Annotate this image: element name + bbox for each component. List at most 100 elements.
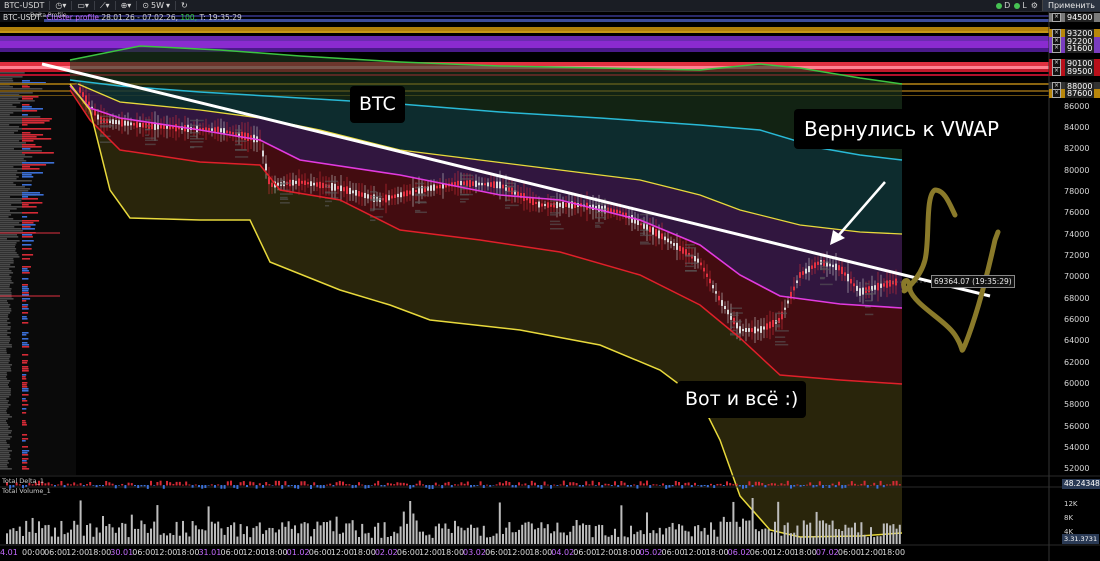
volume-bar: [681, 525, 684, 544]
volume-bar: [162, 533, 165, 544]
left-delta-bar: [22, 86, 30, 88]
delta-bar: [550, 485, 552, 489]
volume-bar: [505, 527, 508, 544]
profile-bar: [190, 135, 197, 138]
close-icon[interactable]: ×: [1052, 67, 1061, 76]
left-profile-bar: [0, 204, 12, 206]
time-axis-label: 18:00: [176, 548, 200, 557]
profile-value: 100,: [180, 13, 198, 22]
profile-bar: [865, 313, 874, 316]
delta-bar: [281, 485, 284, 489]
volume-bar: [895, 528, 898, 544]
price-level-tag[interactable]: × 91600: [1049, 44, 1100, 53]
candle-body: [673, 243, 675, 246]
volume-bar: [15, 531, 18, 544]
left-profile-bar: [0, 214, 12, 216]
volume-bar: [716, 536, 719, 544]
candle-body: [244, 132, 246, 140]
candle-body: [85, 95, 87, 103]
volume-bar: [662, 534, 664, 544]
volume-bar: [188, 536, 191, 544]
volume-bar: [850, 527, 853, 544]
volume-bar: [44, 525, 47, 544]
annotation-end[interactable]: Вот и всё :): [677, 381, 807, 418]
profile-bar: [370, 195, 383, 198]
symbol-selector[interactable]: BTC-USDT: [0, 0, 48, 11]
volume-bar: [732, 501, 735, 544]
candle-body: [739, 326, 741, 334]
volume-bar: [332, 531, 335, 544]
candle-body: [565, 203, 567, 207]
volume-bar: [665, 528, 668, 544]
left-profile-bar: [0, 454, 11, 456]
delta-bar: [377, 480, 380, 486]
candle-body: [676, 243, 678, 250]
annotation-btc[interactable]: BTC: [350, 86, 405, 123]
settings-icon[interactable]: ⚙: [1031, 0, 1038, 11]
time-axis-label: 06:00: [132, 548, 156, 557]
close-icon[interactable]: ×: [1052, 89, 1061, 98]
time-axis-label: 06:00: [44, 548, 68, 557]
left-delta-bar: [22, 114, 28, 116]
candle-body: [832, 264, 834, 268]
volume-bar: [713, 529, 716, 544]
indicators-icon[interactable]: ⊕▾: [117, 0, 136, 11]
left-delta-bar: [22, 146, 42, 148]
volume-bar: [220, 528, 223, 544]
volume-bar: [530, 523, 533, 544]
volume-bar: [348, 523, 351, 544]
delta-bar: [44, 483, 47, 486]
delta-bar: [780, 483, 783, 486]
volume-bar: [463, 530, 466, 544]
left-delta-bar: [22, 468, 30, 470]
price-level-tag[interactable]: × 94500: [1049, 13, 1100, 22]
price-level-tag[interactable]: × 89500: [1049, 67, 1100, 76]
candle-body: [760, 326, 762, 333]
profile-bar: [145, 143, 156, 146]
left-profile-bar: [0, 312, 11, 314]
apply-button[interactable]: Применить: [1041, 0, 1100, 11]
delta-bar: [681, 485, 684, 489]
close-icon[interactable]: ×: [1052, 44, 1061, 53]
left-profile-bar: [0, 276, 12, 278]
candle-body: [793, 286, 795, 291]
interval-selector[interactable]: ⊙ 5W ▾: [138, 0, 174, 11]
refresh-icon[interactable]: ↻: [177, 0, 192, 11]
annotation-vwap[interactable]: Вернулись к VWAP: [794, 109, 1010, 149]
candle-body: [460, 180, 462, 186]
candle-body: [547, 202, 549, 208]
time-axis-label: 06:00: [220, 548, 244, 557]
volume-bar: [518, 529, 520, 544]
delta-bar: [198, 485, 200, 488]
volume-bar: [406, 523, 408, 544]
profile-bar: [280, 198, 289, 201]
candle-body: [766, 323, 768, 330]
volume-bar: [489, 537, 492, 544]
candle-body: [337, 186, 339, 190]
left-delta-bar: [22, 118, 52, 120]
left-profile-bar: [0, 174, 17, 176]
volume-bar: [57, 536, 60, 544]
clock-icon[interactable]: ◷▾: [51, 0, 70, 11]
delta-bar: [623, 482, 626, 486]
left-profile-bar: [0, 412, 7, 414]
candle-body: [736, 322, 738, 329]
candle-body: [208, 127, 210, 131]
candle-body: [304, 180, 306, 185]
delta-bar: [175, 481, 178, 486]
chart-type-icon[interactable]: ⟋▾: [96, 0, 114, 11]
price-level-tag[interactable]: × 87600: [1049, 89, 1100, 98]
calendar-icon[interactable]: ▭▾: [73, 0, 93, 11]
delta-bar: [262, 485, 264, 488]
candle-body: [844, 272, 846, 276]
volume-bar: [108, 523, 111, 544]
candle-body: [391, 195, 393, 199]
volume-bar: [111, 527, 114, 544]
close-icon[interactable]: ×: [1052, 13, 1061, 22]
left-profile-bar: [0, 184, 16, 186]
candle-body: [112, 119, 114, 124]
profile-bar: [685, 254, 694, 256]
delta-bar: [748, 481, 751, 486]
price-level-value: 91600: [1065, 44, 1095, 53]
volume-bar: [754, 529, 757, 544]
